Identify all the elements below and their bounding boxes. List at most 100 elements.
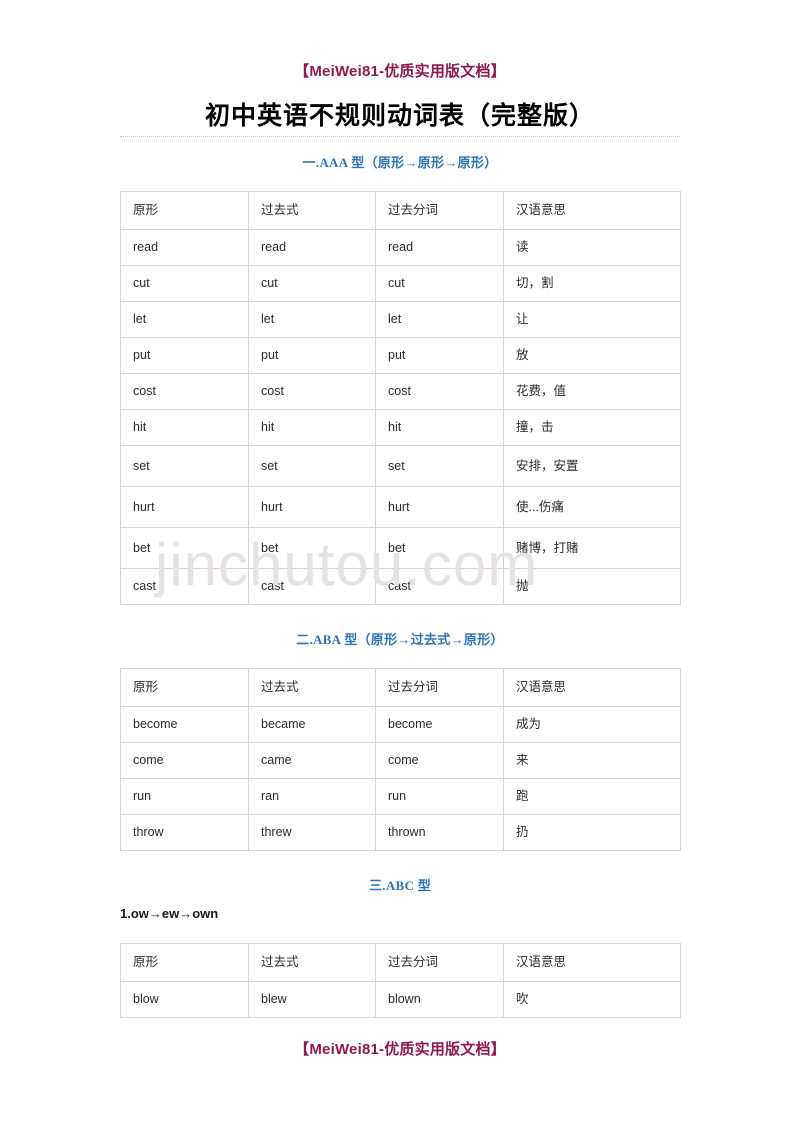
- table-header-row: 原形 过去式 过去分词 汉语意思: [120, 191, 681, 230]
- table-cell: let: [375, 301, 504, 338]
- table-row: come came come 来: [120, 742, 681, 779]
- column-header: 汉语意思: [503, 191, 681, 230]
- column-header: 汉语意思: [503, 668, 681, 707]
- verb-table-2: 原形 过去式 过去分词 汉语意思 become became become 成为 come cam…: [120, 668, 681, 851]
- table-cell: cast: [248, 568, 376, 605]
- table-cell: thrown: [375, 814, 504, 851]
- table-cell: became: [248, 706, 376, 743]
- table-row: blow blew blown 吹: [120, 981, 681, 1018]
- table-row: throw threw thrown 扔: [120, 814, 681, 851]
- footer-banner: 【MeiWei81-优质实用版文档】: [294, 1041, 506, 1058]
- table-cell: bet: [248, 527, 376, 569]
- table-cell: cast: [120, 568, 249, 605]
- table-cell: blown: [375, 981, 504, 1018]
- column-header: 汉语意思: [503, 943, 681, 982]
- table-cell: hit: [375, 409, 504, 446]
- table-cell: cut: [375, 265, 504, 302]
- table-cell: hurt: [248, 486, 376, 528]
- table-cell: 切，割: [503, 265, 681, 302]
- table-cell: threw: [248, 814, 376, 851]
- table-cell: cost: [248, 373, 376, 410]
- table-cell: 撞，击: [503, 409, 681, 446]
- document-content: 一.AAA 型（原形→原形→原形） 原形 过去式 过去分词 汉语意思 read read re…: [120, 152, 681, 1018]
- table-cell: 吹: [503, 981, 681, 1018]
- column-header: 原形: [120, 943, 249, 982]
- table-cell: set: [248, 445, 376, 487]
- table-cell: let: [120, 301, 249, 338]
- table-cell: throw: [120, 814, 249, 851]
- table-cell: blow: [120, 981, 249, 1018]
- section-heading-3: 三.ABC 型: [368, 878, 432, 893]
- column-header: 原形: [120, 668, 249, 707]
- section-heading-2: 二.ABA 型（原形→过去式→原形）: [296, 632, 504, 647]
- table-cell: 成为: [503, 706, 681, 743]
- page-title: 初中英语不规则动词表（完整版）: [204, 102, 595, 130]
- table-cell: let: [248, 301, 376, 338]
- table-cell: run: [375, 778, 504, 815]
- table-cell: cut: [248, 265, 376, 302]
- header-banner: 【MeiWei81-优质实用版文档】: [294, 63, 506, 80]
- table-cell: run: [120, 778, 249, 815]
- table-cell: put: [120, 337, 249, 374]
- table-cell: bet: [120, 527, 249, 569]
- table-cell: put: [248, 337, 376, 374]
- column-header: 过去分词: [375, 943, 504, 982]
- table-cell: 赌博，打赌: [503, 527, 681, 569]
- table-cell: 抛: [503, 568, 681, 605]
- table-row: let let let 让: [120, 301, 681, 338]
- column-header: 过去分词: [375, 191, 504, 230]
- table-cell: come: [120, 742, 249, 779]
- column-header: 过去式: [248, 668, 376, 707]
- table-cell: read: [375, 229, 504, 266]
- table-cell: cost: [120, 373, 249, 410]
- table-row: set set set 安排，安置: [120, 445, 681, 487]
- table-cell: hit: [248, 409, 376, 446]
- table-cell: came: [248, 742, 376, 779]
- table-cell: 扔: [503, 814, 681, 851]
- table-cell: set: [120, 445, 249, 487]
- table-row: read read read 读: [120, 229, 681, 266]
- table-cell: cut: [120, 265, 249, 302]
- table-cell: bet: [375, 527, 504, 569]
- table-cell: set: [375, 445, 504, 487]
- table-cell: 读: [503, 229, 681, 266]
- table-cell: 来: [503, 742, 681, 779]
- table-row: cast cast cast 抛: [120, 568, 681, 605]
- table-row: hurt hurt hurt 使...伤痛: [120, 486, 681, 528]
- table-row: become became become 成为: [120, 706, 681, 743]
- column-header: 原形: [120, 191, 249, 230]
- table-cell: 使...伤痛: [503, 486, 681, 528]
- table-header-row: 原形 过去式 过去分词 汉语意思: [120, 668, 681, 707]
- table-cell: read: [248, 229, 376, 266]
- table-cell: cast: [375, 568, 504, 605]
- table-row: put put put 放: [120, 337, 681, 374]
- table-cell: 跑: [503, 778, 681, 815]
- column-header: 过去式: [248, 943, 376, 982]
- table-row: bet bet bet 赌博，打赌: [120, 527, 681, 569]
- table-cell: hit: [120, 409, 249, 446]
- table-cell: come: [375, 742, 504, 779]
- document-page: jinchutou.com 【MeiWei81-优质实用版文档】 初中英语不规则…: [0, 0, 800, 1132]
- table-cell: 放: [503, 337, 681, 374]
- column-header: 过去分词: [375, 668, 504, 707]
- table-cell: 让: [503, 301, 681, 338]
- table-cell: cost: [375, 373, 504, 410]
- title-divider: [120, 136, 680, 137]
- verb-table-1: 原形 过去式 过去分词 汉语意思 read read read 读 cut cut cut 切，割 le…: [120, 191, 681, 605]
- table-row: run ran run 跑: [120, 778, 681, 815]
- column-header: 过去式: [248, 191, 376, 230]
- verb-table-3: 原形 过去式 过去分词 汉语意思 blow blew blown 吹: [120, 943, 681, 1018]
- table-gap: [120, 648, 680, 668]
- table-gap: [120, 171, 680, 191]
- table-cell: become: [120, 706, 249, 743]
- table-cell: ran: [248, 778, 376, 815]
- subheading-gap: [120, 894, 680, 906]
- section-heading-1: 一.AAA 型（原形→原形→原形）: [302, 155, 498, 170]
- table-row: hit hit hit 撞，击: [120, 409, 681, 446]
- table-cell: put: [375, 337, 504, 374]
- table-cell: 安排，安置: [503, 445, 681, 487]
- table-cell: hurt: [375, 486, 504, 528]
- table-cell: 花费，值: [503, 373, 681, 410]
